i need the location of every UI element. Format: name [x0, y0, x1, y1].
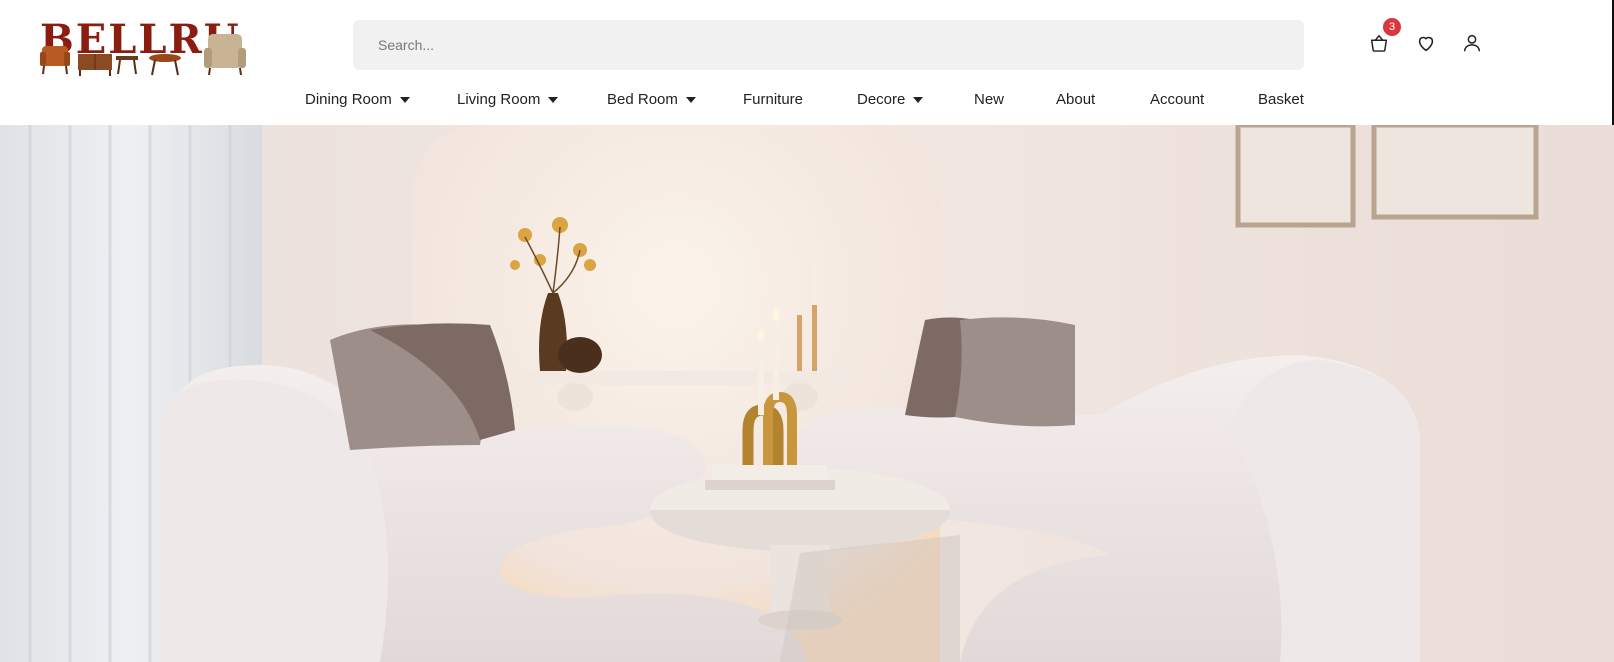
caret-down-icon: [913, 97, 924, 103]
cart-count-badge: 3: [1383, 18, 1401, 36]
heart-icon[interactable]: [1413, 30, 1439, 56]
nav-item-label: New: [974, 91, 1005, 108]
nav-item-account[interactable]: Account: [1150, 88, 1204, 112]
nav-item-about[interactable]: About: [1056, 88, 1095, 112]
brand-logo[interactable]: BELLRU: [40, 18, 260, 80]
nav-item-label: Bed Room: [607, 91, 678, 108]
nav-item-furniture[interactable]: Furniture: [743, 88, 803, 112]
user-icon[interactable]: [1459, 30, 1485, 56]
nav-item-label: Basket: [1258, 91, 1304, 108]
search-input[interactable]: [353, 20, 1304, 70]
nav-item-dining-room[interactable]: Dining Room: [305, 88, 410, 112]
site-header: BELLRU Search... 3 Dining Room Living Ro…: [0, 0, 1614, 125]
nav-item-label: Dining Room: [305, 91, 392, 108]
nav-item-label: About: [1056, 91, 1096, 108]
caret-down-icon: [548, 97, 559, 103]
nav-item-basket[interactable]: Basket: [1258, 88, 1304, 112]
nav-item-living-room[interactable]: Living Room: [457, 88, 559, 112]
logo-furniture-illustration: [40, 34, 246, 76]
nav-item-decore[interactable]: Decore: [857, 88, 924, 112]
nav-item-label: Decore: [857, 91, 906, 108]
caret-down-icon: [685, 97, 696, 103]
nav-item-bed-room[interactable]: Bed Room: [607, 88, 696, 112]
caret-down-icon: [399, 97, 410, 103]
nav-item-label: Living Room: [457, 91, 541, 108]
nav-item-new[interactable]: New: [974, 88, 1004, 112]
nav-item-label: Account: [1150, 91, 1205, 108]
hero-banner-image: [0, 125, 1614, 662]
main-navigation: Dining Room Living Room Bed Room Furnitu…: [0, 88, 1614, 112]
living-room-illustration: [0, 125, 1614, 662]
nav-item-label: Furniture: [743, 91, 804, 108]
